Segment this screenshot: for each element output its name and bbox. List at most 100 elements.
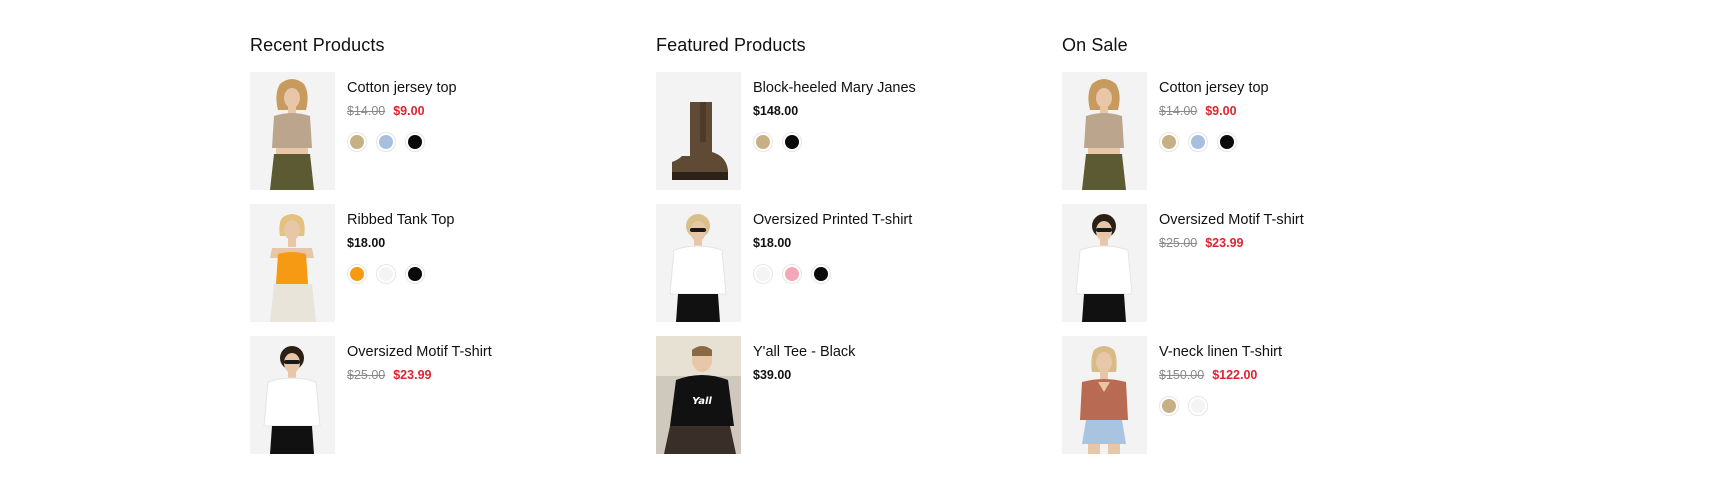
product-price: $39.00 — [753, 367, 855, 383]
color-swatch-dot — [1220, 135, 1234, 149]
color-swatch[interactable] — [347, 264, 367, 284]
product-name-link[interactable]: V-neck linen T-shirt — [1159, 342, 1282, 362]
original-price: $14.00 — [347, 104, 386, 118]
product-card[interactable]: Oversized Motif T-shirt $25.00 $23.99 — [250, 336, 656, 454]
product-price: $148.00 — [753, 103, 916, 119]
color-swatch-dot — [785, 267, 799, 281]
product-column: Featured Products Block-heeled Mary Jane… — [656, 30, 1062, 454]
product-image[interactable] — [1062, 204, 1147, 322]
product-price: $18.00 — [347, 235, 455, 251]
color-swatch[interactable] — [782, 264, 802, 284]
product-price: $18.00 — [753, 235, 912, 251]
color-swatch-dot — [379, 135, 393, 149]
product-name-link[interactable]: Cotton jersey top — [1159, 78, 1269, 98]
product-card[interactable]: Yall Y'all Tee - Black $39.00 — [656, 336, 1062, 454]
product-name-link[interactable]: Block-heeled Mary Janes — [753, 78, 916, 98]
color-swatch-dot — [756, 135, 770, 149]
product-price: $150.00 $122.00 — [1159, 367, 1282, 383]
product-image[interactable] — [250, 72, 335, 190]
color-swatch-dot — [408, 267, 422, 281]
color-swatch[interactable] — [1159, 396, 1179, 416]
color-swatch[interactable] — [782, 132, 802, 152]
color-swatch-dot — [350, 267, 364, 281]
product-card[interactable]: Oversized Printed T-shirt $18.00 — [656, 204, 1062, 322]
product-info: Oversized Printed T-shirt $18.00 — [741, 204, 912, 322]
column-title: Recent Products — [250, 35, 385, 55]
product-column: On Sale Cotton jersey top $14.00 $9.00 Ove… — [1062, 30, 1468, 454]
product-image[interactable] — [250, 336, 335, 454]
color-swatch-dot — [1191, 135, 1205, 149]
original-price: $14.00 — [1159, 104, 1198, 118]
product-image[interactable] — [250, 204, 335, 322]
color-swatches — [753, 264, 912, 284]
product-card[interactable]: Block-heeled Mary Janes $148.00 — [656, 72, 1062, 190]
product-price: $25.00 $23.99 — [1159, 235, 1304, 251]
product-info: Ribbed Tank Top $18.00 — [335, 204, 455, 322]
product-info: Y'all Tee - Black $39.00 — [741, 336, 855, 454]
regular-price: $148.00 — [753, 104, 799, 118]
product-name-link[interactable]: Y'all Tee - Black — [753, 342, 855, 362]
color-swatches — [753, 132, 916, 152]
color-swatch-dot — [408, 135, 422, 149]
original-price: $25.00 — [347, 368, 386, 382]
product-name-link[interactable]: Oversized Motif T-shirt — [347, 342, 492, 362]
product-name-link[interactable]: Oversized Printed T-shirt — [753, 210, 912, 230]
regular-price: $18.00 — [347, 236, 386, 250]
product-card[interactable]: V-neck linen T-shirt $150.00 $122.00 — [1062, 336, 1468, 454]
svg-text:Yall: Yall — [692, 396, 712, 407]
product-info: Block-heeled Mary Janes $148.00 — [741, 72, 916, 190]
column-title: On Sale — [1062, 35, 1128, 55]
color-swatch[interactable] — [405, 132, 425, 152]
product-price: $14.00 $9.00 — [347, 103, 457, 119]
product-info: V-neck linen T-shirt $150.00 $122.00 — [1147, 336, 1282, 454]
original-price: $150.00 — [1159, 368, 1205, 382]
product-info: Cotton jersey top $14.00 $9.00 — [335, 72, 457, 190]
product-columns: Recent Products Cotton jersey top $14.00 $… — [250, 30, 1468, 454]
color-swatch[interactable] — [405, 264, 425, 284]
product-name-link[interactable]: Oversized Motif T-shirt — [1159, 210, 1304, 230]
product-card[interactable]: Cotton jersey top $14.00 $9.00 — [1062, 72, 1468, 190]
color-swatch[interactable] — [1217, 132, 1237, 152]
color-swatch[interactable] — [753, 264, 773, 284]
product-image[interactable] — [1062, 72, 1147, 190]
column-title: Featured Products — [656, 35, 806, 55]
color-swatches — [347, 132, 457, 152]
color-swatches — [347, 264, 455, 284]
regular-price: $39.00 — [753, 368, 792, 382]
color-swatch-dot — [350, 135, 364, 149]
color-swatches — [1159, 396, 1282, 416]
sale-price: $23.99 — [1205, 236, 1244, 250]
color-swatch[interactable] — [376, 264, 396, 284]
color-swatch[interactable] — [347, 132, 367, 152]
color-swatch-dot — [785, 135, 799, 149]
color-swatch[interactable] — [1159, 132, 1179, 152]
sale-price: $9.00 — [1205, 104, 1237, 118]
color-swatch-dot — [1162, 399, 1176, 413]
product-info: Oversized Motif T-shirt $25.00 $23.99 — [335, 336, 492, 454]
color-swatch[interactable] — [1188, 132, 1208, 152]
color-swatch[interactable] — [811, 264, 831, 284]
color-swatch[interactable] — [753, 132, 773, 152]
color-swatch-dot — [814, 267, 828, 281]
product-image[interactable] — [656, 204, 741, 322]
color-swatch[interactable] — [1188, 396, 1208, 416]
product-image[interactable] — [656, 72, 741, 190]
product-info: Oversized Motif T-shirt $25.00 $23.99 — [1147, 204, 1304, 322]
color-swatches — [1159, 132, 1269, 152]
product-card[interactable]: Oversized Motif T-shirt $25.00 $23.99 — [1062, 204, 1468, 322]
product-card[interactable]: Cotton jersey top $14.00 $9.00 — [250, 72, 656, 190]
product-name-link[interactable]: Ribbed Tank Top — [347, 210, 455, 230]
color-swatch-dot — [756, 267, 770, 281]
color-swatch[interactable] — [376, 132, 396, 152]
product-price: $14.00 $9.00 — [1159, 103, 1269, 119]
product-name-link[interactable]: Cotton jersey top — [347, 78, 457, 98]
original-price: $25.00 — [1159, 236, 1198, 250]
sale-price: $122.00 — [1212, 368, 1258, 382]
product-image[interactable]: Yall — [656, 336, 741, 454]
product-info: Cotton jersey top $14.00 $9.00 — [1147, 72, 1269, 190]
product-card[interactable]: Ribbed Tank Top $18.00 — [250, 204, 656, 322]
sale-price: $23.99 — [393, 368, 432, 382]
regular-price: $18.00 — [753, 236, 792, 250]
product-image[interactable] — [1062, 336, 1147, 454]
color-swatch-dot — [1191, 399, 1205, 413]
